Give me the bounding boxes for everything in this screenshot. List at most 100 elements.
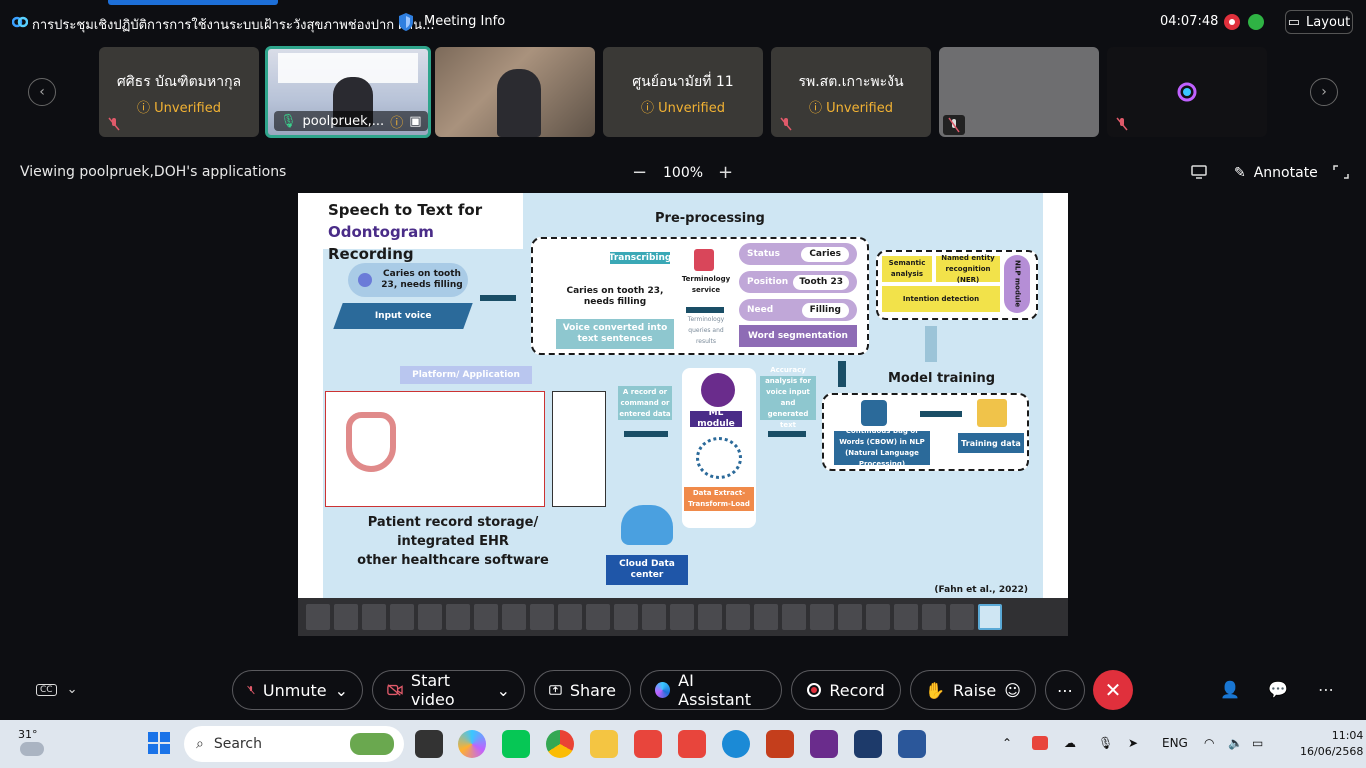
captions-button[interactable]: CC ⌄ (36, 682, 77, 697)
brain-icon (701, 373, 735, 407)
slide-thumbnail[interactable] (698, 604, 722, 630)
file-explorer-icon[interactable] (590, 730, 618, 758)
anydesk-tray-icon[interactable] (1032, 736, 1048, 750)
terminology-text: Terminology service (681, 275, 731, 294)
participant-tile[interactable]: รพ.สต.เกาะพะงัน ⓘ Unverified (771, 47, 931, 137)
tooth-chart-icon (346, 412, 396, 472)
slide-thumbnail[interactable] (670, 604, 694, 630)
slide-thumbnail[interactable] (950, 604, 974, 630)
webex-icon[interactable] (854, 730, 882, 758)
slide-thumbnail-strip[interactable] (298, 598, 1068, 636)
slide-thumbnail[interactable] (474, 604, 498, 630)
more-panels-icon[interactable]: ⋯ (1316, 680, 1336, 700)
line-app-icon[interactable] (502, 730, 530, 758)
nlp-module-label: NLP module (1004, 255, 1030, 313)
pdf-app-icon[interactable] (810, 730, 838, 758)
windows-start-icon[interactable] (148, 732, 170, 754)
leave-meeting-button[interactable]: ✕ (1093, 670, 1133, 710)
more-options-button[interactable]: ⋯ (1045, 670, 1085, 710)
ai-assistant-button[interactable]: AI Assistant (640, 670, 782, 710)
slide-thumbnail[interactable] (754, 604, 778, 630)
citation: (Fahn et al., 2022) (934, 585, 1028, 595)
status-text: Unverified (154, 101, 221, 116)
participant-tile[interactable]: ศูนย์อนามัยที่ 11 ⓘ Unverified (603, 47, 763, 137)
network-signal-icon[interactable] (1248, 14, 1264, 30)
taskbar-search[interactable]: ⌕ Search (184, 726, 404, 762)
raise-hand-button[interactable]: ✋ Raise ☺ (910, 670, 1036, 710)
slide-thumbnail[interactable] (894, 604, 918, 630)
chevron-down-icon: ⌄ (496, 680, 510, 700)
unmute-button[interactable]: Unmute ⌄ (232, 670, 363, 710)
tray-muted-mic-icon[interactable]: 🎙 (1098, 736, 1113, 750)
wifi-icon[interactable]: ◠ (1204, 736, 1214, 750)
slide-thumbnail[interactable] (782, 604, 806, 630)
shield-icon[interactable] (397, 12, 415, 32)
slide-thumbnail[interactable] (390, 604, 414, 630)
participant-tile[interactable]: ศศิธร บัณฑิตมหากุล ⓘ Unverified (99, 47, 259, 137)
taskbar-clock[interactable]: 11:04 16/06/2568 (1300, 728, 1363, 760)
copilot-icon[interactable] (458, 730, 486, 758)
powerpoint-icon[interactable] (766, 730, 794, 758)
slide-thumbnail[interactable] (866, 604, 890, 630)
slide-thumbnail[interactable] (614, 604, 638, 630)
status-value: Caries (801, 246, 849, 262)
share-button[interactable]: Share (534, 670, 631, 710)
task-view-icon[interactable] (415, 730, 443, 758)
slide-thumbnail[interactable] (810, 604, 834, 630)
title-rest: Recording (328, 245, 414, 263)
meeting-info-button[interactable]: Meeting Info (424, 14, 505, 29)
annotate-button[interactable]: ✎ Annotate (1234, 165, 1318, 181)
participants-icon[interactable]: 👤 (1220, 680, 1240, 700)
slide-thumbnail[interactable] (446, 604, 470, 630)
onedrive-icon[interactable]: ☁ (1064, 736, 1076, 750)
chrome-icon[interactable] (546, 730, 574, 758)
intention-text: Intention detection (902, 294, 980, 303)
start-video-label: Start video (410, 671, 455, 709)
slide-thumbnail[interactable] (530, 604, 554, 630)
zoom-out-button[interactable]: − (632, 162, 647, 183)
slide-thumbnail[interactable] (418, 604, 442, 630)
weather-cloud-icon[interactable] (20, 742, 44, 756)
app-s-icon[interactable] (678, 730, 706, 758)
slide-thumbnail[interactable] (362, 604, 386, 630)
need-row: Need Filling (739, 299, 857, 321)
record-label: Record (829, 680, 885, 700)
word-icon[interactable] (898, 730, 926, 758)
anydesk-icon[interactable] (634, 730, 662, 758)
accuracy-label: Accuracy analysis for voice input and ge… (760, 366, 816, 429)
slide-thumbnail[interactable] (726, 604, 750, 630)
cloud-icon (621, 505, 673, 545)
slide-thumbnail[interactable] (558, 604, 582, 630)
slide-thumbnail[interactable] (922, 604, 946, 630)
participant-tile-active-speaker[interactable]: 🎙 poolpruek,... ⓘ ▣ (265, 46, 431, 138)
monitor-icon[interactable] (1191, 165, 1207, 179)
slide-thumbnail[interactable] (586, 604, 610, 630)
fullscreen-icon[interactable] (1333, 165, 1349, 179)
participant-tile[interactable] (1107, 47, 1267, 137)
battery-icon[interactable]: ▭ (1252, 736, 1263, 750)
participant-tile-video[interactable] (435, 47, 595, 137)
zoom-in-button[interactable]: + (718, 162, 733, 183)
send-icon[interactable]: ➤ (1128, 736, 1138, 750)
meeting-timer: 04:07:48 (1160, 14, 1219, 29)
layout-button[interactable]: ▭ Layout (1285, 10, 1353, 34)
meeting-title[interactable]: การประชุมเชิงปฏิบัติการการใช้งานระบบเฝ้า… (32, 14, 435, 35)
speaker-muted-icon[interactable]: 🔈 (1228, 736, 1243, 750)
record-button[interactable]: Record (791, 670, 901, 710)
slide-thumbnail[interactable] (306, 604, 330, 630)
ellipsis-icon: ⋯ (1057, 680, 1073, 700)
slide-thumbnail[interactable] (838, 604, 862, 630)
strip-next-button[interactable]: › (1310, 78, 1338, 106)
chat-icon[interactable]: 💬 (1268, 680, 1288, 700)
slide-thumbnail[interactable] (642, 604, 666, 630)
start-video-button[interactable]: Start video ⌄ (372, 670, 525, 710)
language-indicator[interactable]: ENG (1162, 736, 1188, 750)
weather-temperature[interactable]: 31° (18, 728, 38, 741)
edge-icon[interactable] (722, 730, 750, 758)
strip-prev-button[interactable]: ‹ (28, 78, 56, 106)
tray-chevron-up-icon[interactable]: ⌃ (1002, 736, 1012, 750)
slide-thumbnail-active[interactable] (978, 604, 1002, 630)
slide-thumbnail[interactable] (334, 604, 358, 630)
participant-tile[interactable] (939, 47, 1099, 137)
slide-thumbnail[interactable] (502, 604, 526, 630)
